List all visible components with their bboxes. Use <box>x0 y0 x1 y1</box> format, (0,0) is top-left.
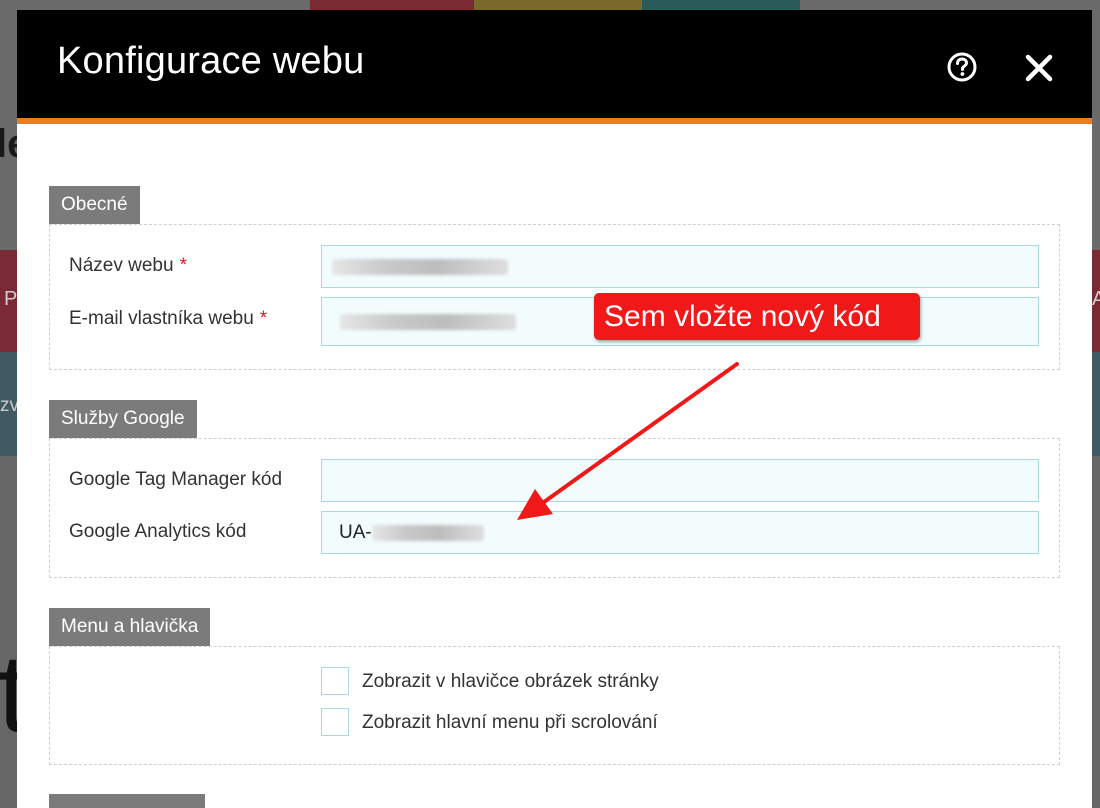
required-mark: * <box>179 255 187 276</box>
bg-strip <box>474 0 642 10</box>
bg-strip <box>310 0 474 10</box>
bg-band-fragment: P <box>4 288 18 310</box>
section-tab-general: Obecné <box>49 186 140 224</box>
section-tab-menu: Menu a hlavička <box>49 608 211 646</box>
show-menu-scroll-label[interactable]: Zobrazit hlavní menu při scrolování <box>362 712 658 734</box>
section-tab-next <box>49 794 205 808</box>
close-button[interactable] <box>1021 50 1057 86</box>
show-menu-scroll-checkbox[interactable] <box>321 708 349 736</box>
ga-code-prefix: UA- <box>339 521 372 543</box>
redacted-value <box>332 258 508 275</box>
ga-code-label: Google Analytics kód <box>69 521 247 542</box>
modal-header: Konfigurace webu <box>17 10 1092 118</box>
bg-band-fragment-right: A <box>1092 288 1100 310</box>
config-modal: Konfigurace webu Obecné Název webu * E-ma… <box>17 10 1092 808</box>
show-header-image-checkbox[interactable] <box>321 667 349 695</box>
ga-code-input[interactable]: UA- <box>321 511 1039 554</box>
redacted-value <box>340 313 516 330</box>
owner-email-label: E-mail vlastníka webu * <box>69 308 268 329</box>
section-tab-google: Služby Google <box>49 400 197 438</box>
required-mark: * <box>259 308 268 329</box>
gtm-code-label: Google Tag Manager kód <box>69 469 283 490</box>
bg-strip <box>0 0 310 10</box>
help-button[interactable] <box>945 50 979 84</box>
modal-title: Konfigurace webu <box>57 40 365 82</box>
annotation-callout: Sem vložte nový kód <box>594 293 920 340</box>
redacted-value <box>371 524 484 541</box>
bg-strip <box>642 0 800 10</box>
header-accent-bar <box>17 118 1092 124</box>
bg-strip <box>800 0 1100 10</box>
close-x-icon <box>1025 54 1053 82</box>
fieldset-menu <box>49 646 1060 765</box>
gtm-code-input[interactable] <box>321 459 1039 502</box>
question-circle-icon <box>947 52 977 82</box>
site-name-label: Název webu * <box>69 255 187 276</box>
show-header-image-label[interactable]: Zobrazit v hlavičce obrázek stránky <box>362 671 659 693</box>
site-name-input[interactable] <box>321 245 1039 288</box>
